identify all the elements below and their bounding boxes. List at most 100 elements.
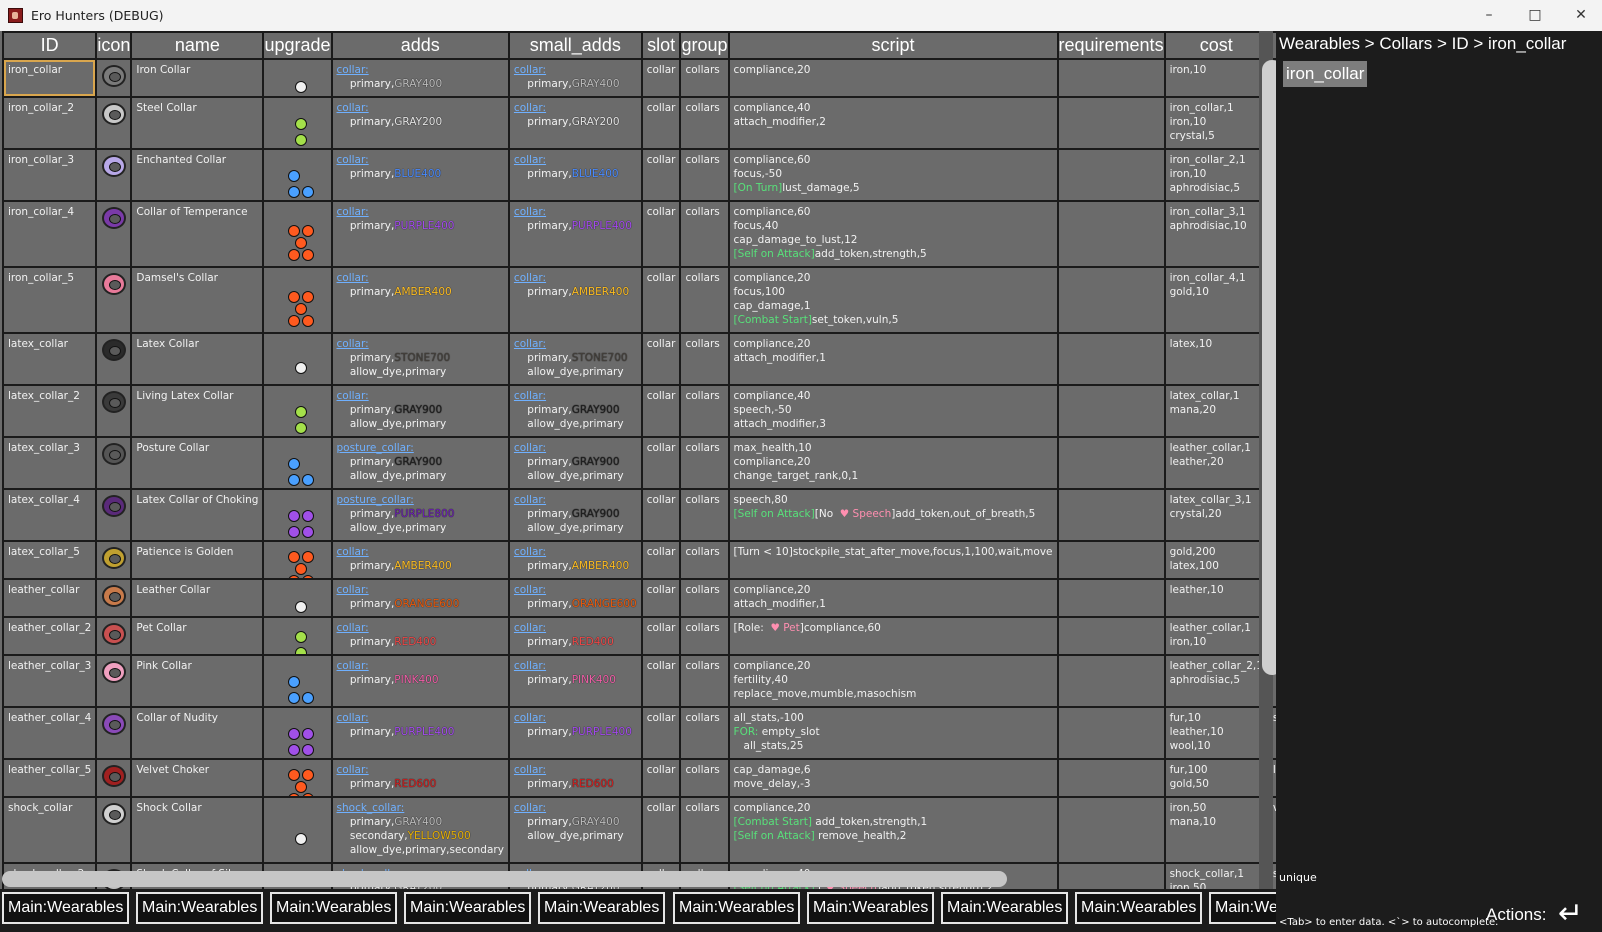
cost-cell[interactable]: latex_collar_3,1 crystal,20 bbox=[1163, 488, 1269, 542]
adds-cell[interactable]: collar: primary,PURPLE400 bbox=[330, 706, 510, 760]
small-adds-cell[interactable]: collar: primary,ORANGE600 bbox=[507, 578, 643, 618]
name-cell[interactable]: Pet Collar bbox=[130, 616, 265, 656]
tab-main-wearables[interactable]: Main:Wearables bbox=[136, 892, 264, 924]
table-row[interactable]: iron_collar Iron Collar collar: primary,GR… bbox=[1, 58, 1276, 98]
tab-main-wearables[interactable]: Main:Wearables bbox=[941, 892, 1069, 924]
icon-cell[interactable] bbox=[95, 96, 133, 150]
minimize-icon[interactable]: – bbox=[1466, 0, 1512, 31]
script-cell[interactable]: compliance,20 attach_modifier,1 bbox=[727, 578, 1059, 618]
column-header-cost[interactable]: cost bbox=[1163, 31, 1269, 60]
slot-cell[interactable]: collar bbox=[640, 58, 682, 98]
small-adds-cell[interactable]: collar: primary,PURPLE400 bbox=[507, 200, 643, 268]
requirements-cell[interactable] bbox=[1056, 706, 1166, 760]
adds-cell[interactable]: collar: primary,PURPLE400 bbox=[330, 200, 510, 268]
upgrade-cell[interactable] bbox=[262, 796, 333, 864]
name-cell[interactable]: Living Latex Collar bbox=[130, 384, 265, 438]
requirements-cell[interactable] bbox=[1056, 862, 1166, 889]
adds-cell[interactable]: collar: primary,ORANGE600 bbox=[330, 578, 510, 618]
slot-cell[interactable]: collar bbox=[640, 384, 682, 438]
group-cell[interactable]: collars bbox=[679, 654, 730, 708]
adds-cell[interactable]: posture_collar: primary,GRAY900 allow_dy… bbox=[330, 436, 510, 490]
requirements-cell[interactable] bbox=[1056, 540, 1166, 580]
id-cell[interactable]: latex_collar_2 bbox=[1, 384, 98, 438]
id-cell[interactable]: iron_collar_3 bbox=[1, 148, 98, 202]
requirements-cell[interactable] bbox=[1056, 96, 1166, 150]
requirements-cell[interactable] bbox=[1056, 616, 1166, 656]
table-row[interactable]: iron_collar_2 Steel Collar collar: primary… bbox=[1, 96, 1276, 150]
cost-cell[interactable]: shock_collar,1iron,50mana,50 bbox=[1163, 862, 1269, 889]
cost-cell[interactable]: iron_collar_2,1 iron,10 aphrodisiac,5 bbox=[1163, 148, 1269, 202]
adds-cell[interactable]: shock_collar: primary,GRAY400 secondary,… bbox=[330, 796, 510, 864]
adds-cell[interactable]: collar: primary,AMBER400 bbox=[330, 540, 510, 580]
name-cell[interactable]: Pink Collar bbox=[130, 654, 265, 708]
slot-cell[interactable]: collar bbox=[640, 654, 682, 708]
group-cell[interactable]: collars bbox=[679, 200, 730, 268]
cost-cell[interactable]: leather_collar,1 iron,10 bbox=[1163, 616, 1269, 656]
script-cell[interactable]: compliance,20 bbox=[727, 58, 1059, 98]
requirements-cell[interactable] bbox=[1056, 654, 1166, 708]
id-cell[interactable]: leather_collar_5 bbox=[1, 758, 98, 798]
cost-cell[interactable]: latex_collar,1 mana,20 bbox=[1163, 384, 1269, 438]
adds-cell[interactable]: collar: primary,BLUE400 bbox=[330, 148, 510, 202]
name-cell[interactable]: Velvet Choker bbox=[130, 758, 265, 798]
name-cell[interactable]: Damsel's Collar bbox=[130, 266, 265, 334]
name-cell[interactable]: Collar of Nudity bbox=[130, 706, 265, 760]
enter-return-icon[interactable]: ↵ bbox=[1558, 899, 1583, 929]
id-cell[interactable]: iron_collar_4 bbox=[1, 200, 98, 268]
group-cell[interactable]: collars bbox=[679, 148, 730, 202]
slot-cell[interactable]: collar bbox=[640, 616, 682, 656]
requirements-cell[interactable] bbox=[1056, 384, 1166, 438]
upgrade-cell[interactable] bbox=[262, 148, 333, 202]
id-cell[interactable]: leather_collar_4 bbox=[1, 706, 98, 760]
data-grid[interactable]: ID icon name upgrade adds small_adds slot group… bbox=[0, 31, 1276, 889]
group-cell[interactable]: collars bbox=[679, 796, 730, 864]
adds-cell[interactable]: collar: primary,RED400 bbox=[330, 616, 510, 656]
requirements-cell[interactable] bbox=[1056, 332, 1166, 386]
tab-main-wearables[interactable]: Main:Wearables bbox=[2, 892, 130, 924]
icon-cell[interactable] bbox=[95, 540, 133, 580]
slot-cell[interactable]: collar bbox=[640, 148, 682, 202]
tab-main-wearables[interactable]: Main:Wearables bbox=[807, 892, 935, 924]
small-adds-cell[interactable]: collar: primary,RED400 bbox=[507, 616, 643, 656]
cost-cell[interactable]: latex,10 bbox=[1163, 332, 1269, 386]
name-cell[interactable]: Latex Collar of Choking bbox=[130, 488, 265, 542]
small-adds-cell[interactable]: collar: primary,GRAY900 allow_dye,primar… bbox=[507, 436, 643, 490]
slot-cell[interactable]: collar bbox=[640, 540, 682, 580]
group-cell[interactable]: collars bbox=[679, 384, 730, 438]
tab-main-wearables[interactable]: Main:Wearables bbox=[1209, 892, 1276, 924]
small-adds-cell[interactable]: collar: primary,GRAY200 bbox=[507, 96, 643, 150]
script-cell[interactable]: speech,80 [Self on Attack][No ♥ Speech]ad… bbox=[727, 488, 1059, 542]
group-cell[interactable]: collars bbox=[679, 332, 730, 386]
cost-cell[interactable]: iron,50 mana,10 bbox=[1163, 796, 1269, 864]
group-cell[interactable]: collars bbox=[679, 578, 730, 618]
adds-cell[interactable]: collar: primary,PINK400 bbox=[330, 654, 510, 708]
icon-cell[interactable] bbox=[95, 706, 133, 760]
small-adds-cell[interactable]: collar: primary,PINK400 bbox=[507, 654, 643, 708]
id-cell[interactable]: latex_collar_4 bbox=[1, 488, 98, 542]
name-cell[interactable]: Posture Collar bbox=[130, 436, 265, 490]
column-header-adds[interactable]: adds bbox=[330, 31, 510, 60]
icon-cell[interactable] bbox=[95, 266, 133, 334]
table-row[interactable]: iron_collar_5 Damsel's Collar collar: prim… bbox=[1, 266, 1276, 334]
name-cell[interactable]: Steel Collar bbox=[130, 96, 265, 150]
upgrade-cell[interactable] bbox=[262, 200, 333, 268]
requirements-cell[interactable] bbox=[1056, 758, 1166, 798]
icon-cell[interactable] bbox=[95, 200, 133, 268]
cost-cell[interactable]: iron_collar_4,1 gold,10 bbox=[1163, 266, 1269, 334]
id-cell[interactable]: leather_collar_2 bbox=[1, 616, 98, 656]
table-row[interactable]: leather_collar Leather Collar collar: prim… bbox=[1, 578, 1276, 618]
group-cell[interactable]: collars bbox=[679, 540, 730, 580]
table-row[interactable]: iron_collar_4 Collar of Temperance collar:… bbox=[1, 200, 1276, 268]
requirements-cell[interactable] bbox=[1056, 266, 1166, 334]
column-header-icon[interactable]: icon bbox=[95, 31, 133, 60]
table-row[interactable]: shock_collar Shock Collar shock_collar: pr… bbox=[1, 796, 1276, 864]
slot-cell[interactable]: collar bbox=[640, 706, 682, 760]
tab-main-wearables[interactable]: Main:Wearables bbox=[1075, 892, 1203, 924]
name-cell[interactable]: Enchanted Collar bbox=[130, 148, 265, 202]
cost-cell[interactable]: fur,10 leather,10 wool,10 bbox=[1163, 706, 1269, 760]
small-adds-cell[interactable]: collar: primary,AMBER400 bbox=[507, 540, 643, 580]
name-cell[interactable]: Patience is Golden bbox=[130, 540, 265, 580]
icon-cell[interactable] bbox=[95, 616, 133, 656]
table-row[interactable]: leather_collar_4 Collar of Nudity collar: … bbox=[1, 706, 1276, 760]
tab-main-wearables[interactable]: Main:Wearables bbox=[538, 892, 666, 924]
